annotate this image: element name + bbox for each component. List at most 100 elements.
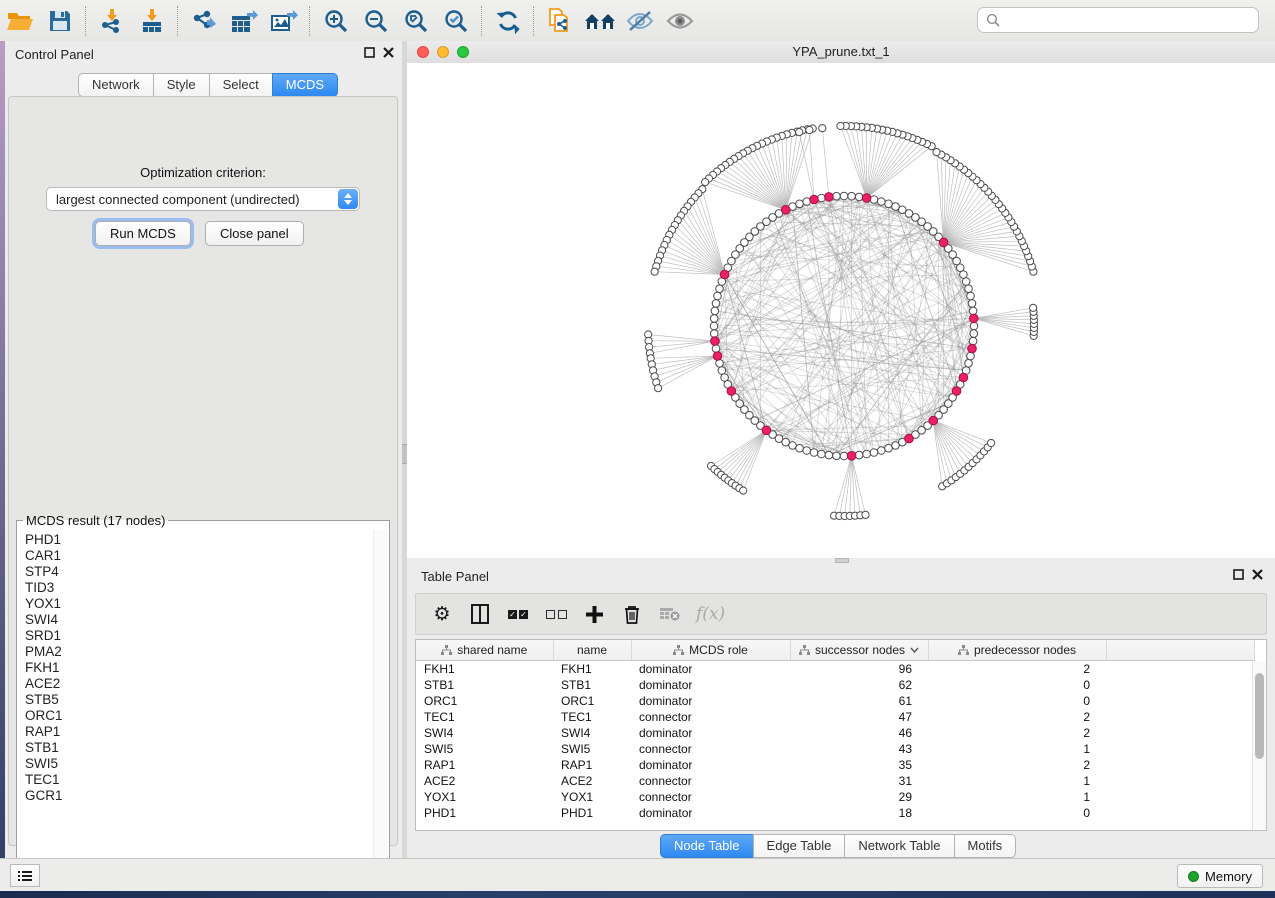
run-mcds-button[interactable]: Run MCDS <box>95 221 191 246</box>
first-neighbors-icon[interactable] <box>580 4 620 38</box>
network-window-titlebar[interactable]: YPA_prune.txt_1 <box>407 41 1275 64</box>
search-icon <box>986 13 1000 27</box>
application-window: Control Panel NetworkStyleSelectMCDS Opt… <box>0 0 1275 890</box>
table-cell: 47 <box>790 709 928 725</box>
import-network-icon[interactable] <box>92 4 132 38</box>
table-row[interactable]: ORC1ORC1dominator610 <box>416 693 1254 709</box>
tab-mcds[interactable]: MCDS <box>272 73 338 97</box>
table-row[interactable]: YOX1YOX1connector291 <box>416 789 1254 805</box>
zoom-in-icon[interactable] <box>316 4 356 38</box>
deselect-all-icon[interactable] <box>544 601 568 627</box>
mcds-result-item[interactable]: ORC1 <box>25 708 374 724</box>
tab-style[interactable]: Style <box>153 73 210 97</box>
table-row[interactable]: RAP1RAP1dominator352 <box>416 757 1254 773</box>
delete-column-icon[interactable] <box>620 601 644 627</box>
show-all-icon[interactable] <box>660 4 700 38</box>
delete-table-icon-disabled <box>658 601 682 627</box>
export-network-icon[interactable] <box>184 4 224 38</box>
control-panel: Control Panel NetworkStyleSelectMCDS Opt… <box>5 41 402 858</box>
search-input[interactable] <box>1006 12 1250 29</box>
toolbar-separator <box>309 6 311 36</box>
table-tab-node-table[interactable]: Node Table <box>660 834 754 858</box>
table-row[interactable]: SWI4SWI4dominator462 <box>416 725 1254 741</box>
mcds-result-title: MCDS result (17 nodes) <box>23 513 168 528</box>
table-row[interactable]: TEC1TEC1connector472 <box>416 709 1254 725</box>
mcds-result-scrollbar[interactable] <box>373 530 388 879</box>
mcds-result-list[interactable]: PHD1CAR1STP4TID3YOX1SWI4SRD1PMA2FKH1ACE2… <box>18 530 374 879</box>
mcds-result-item[interactable]: CAR1 <box>25 548 374 564</box>
table-row[interactable]: PHD1PHD1dominator180 <box>416 805 1254 821</box>
table-row[interactable]: FKH1FKH1dominator962 <box>416 661 1254 678</box>
table-row[interactable]: STB1STB1dominator620 <box>416 677 1254 693</box>
column-header-filler <box>1106 640 1254 661</box>
mcds-result-item[interactable]: GCR1 <box>25 788 374 804</box>
open-file-icon[interactable] <box>0 4 40 38</box>
mcds-result-item[interactable]: YOX1 <box>25 596 374 612</box>
table-tab-motifs[interactable]: Motifs <box>954 834 1017 858</box>
column-header-shared-name[interactable]: shared name <box>416 640 553 661</box>
column-header-MCDS-role[interactable]: MCDS role <box>631 640 790 661</box>
mcds-result-item[interactable]: STB5 <box>25 692 374 708</box>
table-row[interactable]: SWI5SWI5connector431 <box>416 741 1254 757</box>
table-tab-edge-table[interactable]: Edge Table <box>753 834 846 858</box>
mcds-result-item[interactable]: TID3 <box>25 580 374 596</box>
save-session-icon[interactable] <box>40 4 80 38</box>
copy-network-icon[interactable] <box>540 4 580 38</box>
tab-network[interactable]: Network <box>78 73 154 97</box>
column-header-name[interactable]: name <box>553 640 631 661</box>
table-tab-network-table[interactable]: Network Table <box>844 834 954 858</box>
export-table-icon[interactable] <box>224 4 264 38</box>
table-cell: 31 <box>790 773 928 789</box>
column-header-successor-nodes[interactable]: successor nodes <box>790 640 928 661</box>
column-visibility-icon[interactable] <box>468 601 492 627</box>
add-column-icon[interactable] <box>582 601 606 627</box>
network-canvas[interactable] <box>407 63 1275 560</box>
network-window-title: YPA_prune.txt_1 <box>407 44 1275 59</box>
import-table-icon[interactable] <box>132 4 172 38</box>
criterion-dropdown[interactable]: largest connected component (undirected) <box>46 187 360 211</box>
column-header-predecessor-nodes[interactable]: predecessor nodes <box>928 640 1106 661</box>
mcds-result-item[interactable]: SWI5 <box>25 756 374 772</box>
memory-button[interactable]: Memory <box>1177 864 1263 888</box>
table-cell: 43 <box>790 741 928 757</box>
export-image-icon[interactable] <box>264 4 304 38</box>
table-cell: 29 <box>790 789 928 805</box>
zoom-selected-icon[interactable] <box>436 4 476 38</box>
table-cell: connector <box>631 789 790 805</box>
mcds-result-item[interactable]: PHD1 <box>25 532 374 548</box>
node-table: shared namenameMCDS rolesuccessor nodesp… <box>415 639 1267 831</box>
zoom-fit-icon[interactable] <box>396 4 436 38</box>
table-cell: PHD1 <box>416 805 553 821</box>
select-all-icon[interactable]: ✓✓ <box>506 601 530 627</box>
float-table-panel-icon[interactable] <box>1233 569 1244 580</box>
mcds-result-item[interactable]: RAP1 <box>25 724 374 740</box>
mcds-result-item[interactable]: PMA2 <box>25 644 374 660</box>
mcds-result-item[interactable]: SWI4 <box>25 612 374 628</box>
task-history-button[interactable] <box>10 864 40 887</box>
zoom-out-icon[interactable] <box>356 4 396 38</box>
table-scrollbar-thumb[interactable] <box>1255 673 1264 759</box>
float-panel-icon[interactable] <box>364 47 375 58</box>
close-panel-icon[interactable] <box>383 47 394 58</box>
close-table-panel-icon[interactable] <box>1252 569 1263 580</box>
table-cell: 61 <box>790 693 928 709</box>
mcds-result-item[interactable]: ACE2 <box>25 676 374 692</box>
mcds-result-item[interactable]: FKH1 <box>25 660 374 676</box>
close-panel-button[interactable]: Close panel <box>205 221 304 246</box>
table-cell: 0 <box>928 805 1106 821</box>
table-cell <box>1106 741 1254 757</box>
table-cell: SWI4 <box>416 725 553 741</box>
control-panel-titlebar: Control Panel <box>5 41 402 67</box>
refresh-icon[interactable] <box>488 4 528 38</box>
table-settings-gear-icon[interactable]: ⚙ <box>430 601 454 627</box>
tab-select[interactable]: Select <box>209 73 273 97</box>
table-cell: FKH1 <box>416 661 553 678</box>
table-scrollbar[interactable] <box>1252 661 1266 830</box>
mcds-result-item[interactable]: STB1 <box>25 740 374 756</box>
mcds-result-item[interactable]: TEC1 <box>25 772 374 788</box>
mcds-result-item[interactable]: STP4 <box>25 564 374 580</box>
mcds-result-item[interactable]: SRD1 <box>25 628 374 644</box>
hide-selected-icon[interactable] <box>620 4 660 38</box>
search-field[interactable] <box>977 7 1259 33</box>
table-row[interactable]: ACE2ACE2connector311 <box>416 773 1254 789</box>
